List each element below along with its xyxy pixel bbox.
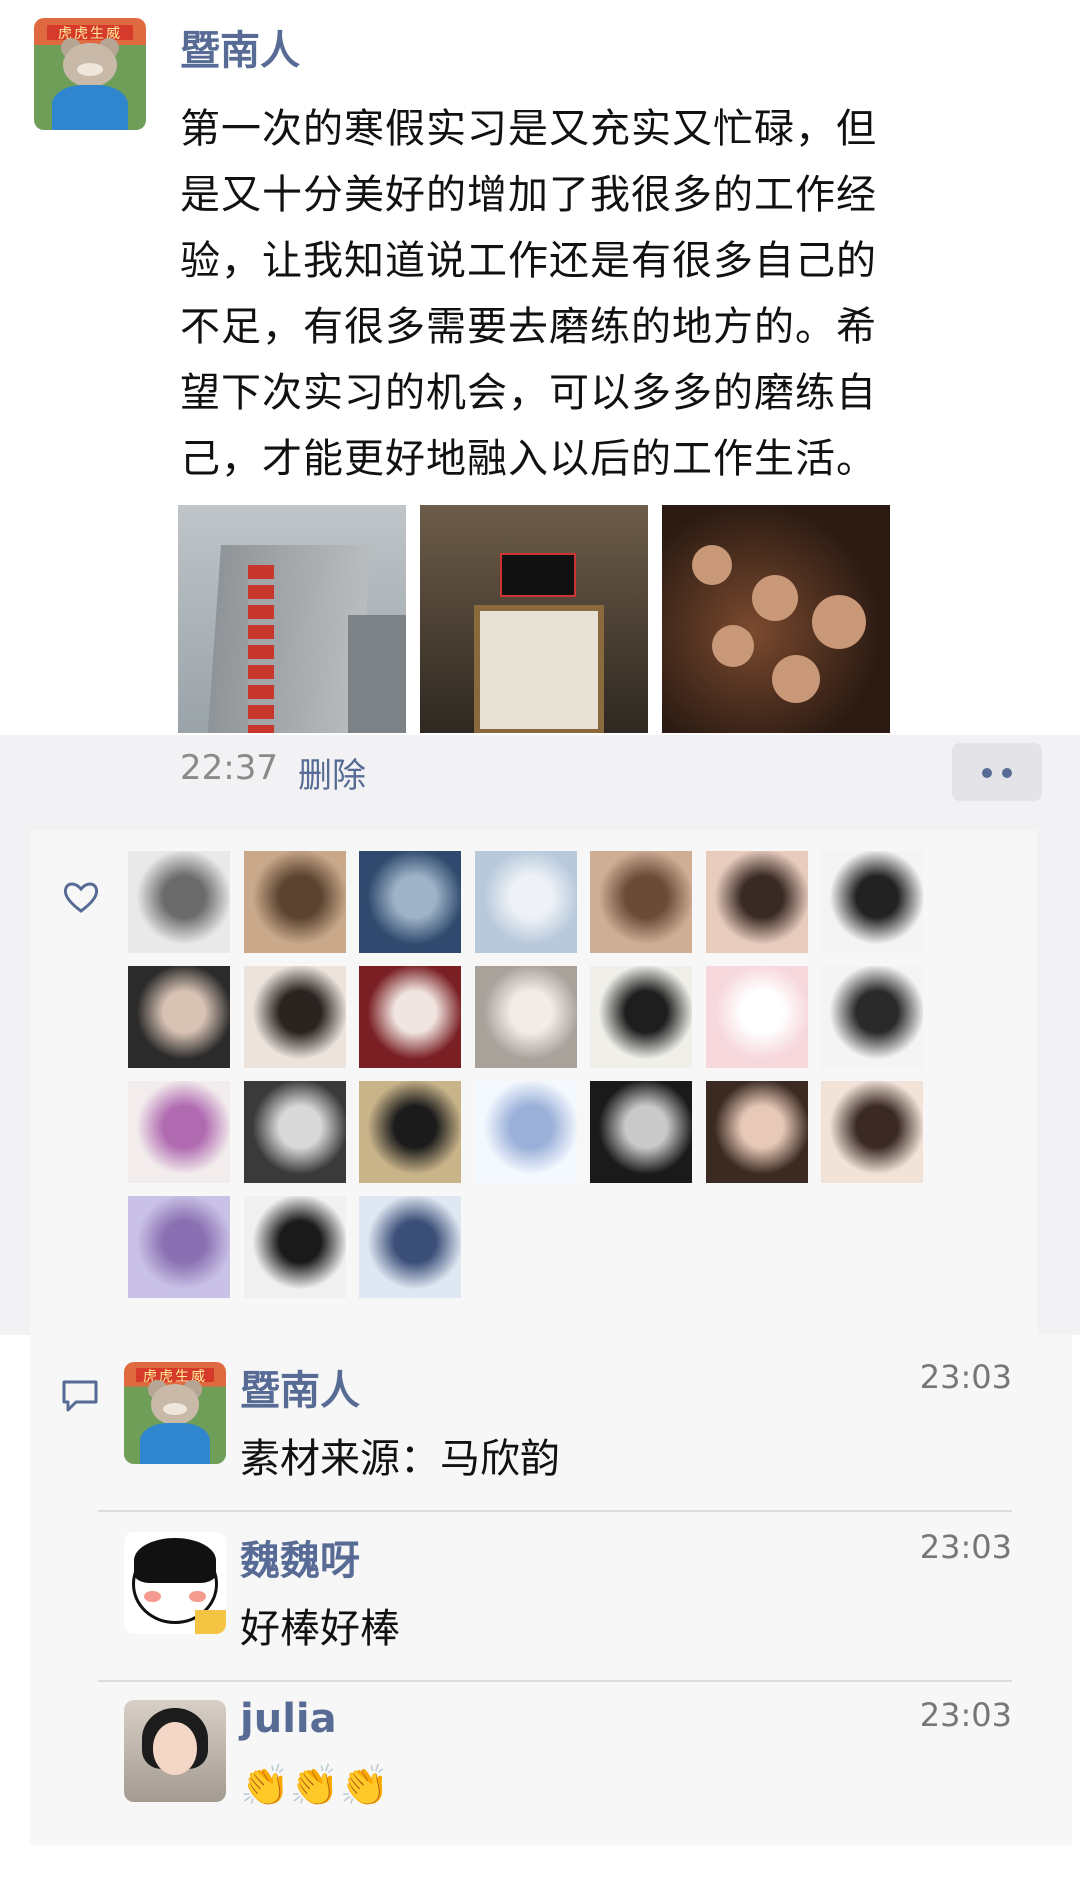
comment-text[interactable]: 👏👏👏 xyxy=(240,1762,389,1809)
post-photo-building[interactable] xyxy=(178,505,406,733)
liker-avatar[interactable] xyxy=(128,1196,230,1298)
person-face xyxy=(692,545,732,585)
more-dot-icon xyxy=(1002,768,1012,778)
comment-divider xyxy=(98,1680,1012,1682)
liker-avatar[interactable] xyxy=(705,966,808,1068)
commenter-name[interactable]: 暨南人 xyxy=(240,1358,360,1416)
liker-avatar[interactable] xyxy=(705,851,808,953)
person-face xyxy=(772,655,820,703)
commenter-name[interactable]: julia xyxy=(240,1696,337,1742)
liker-avatar[interactable] xyxy=(821,966,923,1068)
light-box-sign xyxy=(500,553,576,597)
comment-text[interactable]: 素材来源：马欣韵 xyxy=(240,1426,560,1484)
person-face xyxy=(812,595,866,649)
liker-avatar[interactable] xyxy=(359,851,461,953)
building-shape xyxy=(207,545,371,733)
liker-avatar[interactable] xyxy=(128,966,230,1068)
liker-avatar[interactable] xyxy=(359,1081,461,1183)
liker-avatar[interactable] xyxy=(243,851,346,953)
building-shape xyxy=(348,615,406,733)
post-photo-group-selfie[interactable] xyxy=(662,505,890,733)
more-options-button[interactable] xyxy=(952,743,1042,801)
liker-avatar[interactable] xyxy=(243,1196,346,1298)
commenter-avatar[interactable] xyxy=(124,1532,226,1634)
liker-avatar[interactable] xyxy=(243,966,346,1068)
liker-avatar[interactable] xyxy=(821,1081,923,1183)
door-shape xyxy=(474,605,604,733)
liker-avatar[interactable] xyxy=(243,1081,346,1183)
more-dot-icon xyxy=(982,768,992,778)
avatar-accent xyxy=(195,1609,226,1634)
liker-avatar[interactable] xyxy=(128,851,230,953)
liker-avatar[interactable] xyxy=(590,851,692,953)
heart-icon xyxy=(63,882,99,913)
bear-body xyxy=(51,85,129,130)
cartoon-hair xyxy=(134,1538,216,1583)
comment-time: 23:03 xyxy=(919,1358,1012,1396)
post-photo-office-door[interactable] xyxy=(420,505,648,733)
bear-face xyxy=(162,1402,188,1416)
bear-body xyxy=(140,1423,210,1464)
liker-avatar[interactable] xyxy=(821,851,923,953)
liker-avatar[interactable] xyxy=(359,1196,461,1298)
liker-avatar[interactable] xyxy=(590,966,692,1068)
building-sign xyxy=(248,565,274,733)
comment-text[interactable]: 好棒好棒 xyxy=(240,1596,400,1654)
liker-avatar[interactable] xyxy=(128,1081,230,1183)
commenter-avatar[interactable] xyxy=(124,1700,226,1802)
commenter-name[interactable]: 魏魏呀 xyxy=(240,1528,360,1586)
comment-divider xyxy=(98,1510,1012,1512)
liker-avatar[interactable] xyxy=(590,1081,692,1183)
liker-avatar[interactable] xyxy=(705,1081,808,1183)
person-face xyxy=(752,575,798,621)
post-time: 22:37 xyxy=(180,748,278,788)
avatar-banner-text: 虎虎生威 xyxy=(47,24,133,42)
person-face xyxy=(712,625,754,667)
comment-time: 23:03 xyxy=(919,1696,1012,1734)
liker-avatar[interactable] xyxy=(474,851,577,953)
comment-time: 23:03 xyxy=(919,1528,1012,1566)
post-author-avatar[interactable]: 虎虎生威 xyxy=(34,18,146,130)
post-text: 第一次的寒假实习是又充实又忙碌，但 是又十分美好的增加了我很多的工作经 验，让我… xyxy=(180,106,877,482)
commenter-avatar[interactable]: 虎虎生威 xyxy=(124,1362,226,1464)
liker-avatar[interactable] xyxy=(359,966,461,1068)
comment-icon xyxy=(62,1380,98,1412)
delete-link[interactable]: 删除 xyxy=(298,748,366,797)
liker-avatar[interactable] xyxy=(474,1081,577,1183)
cheek xyxy=(189,1591,206,1603)
post-author-name[interactable]: 暨南人 xyxy=(180,18,300,76)
liker-avatar[interactable] xyxy=(474,966,577,1068)
avatar-banner-text: 虎虎生威 xyxy=(136,1368,214,1385)
